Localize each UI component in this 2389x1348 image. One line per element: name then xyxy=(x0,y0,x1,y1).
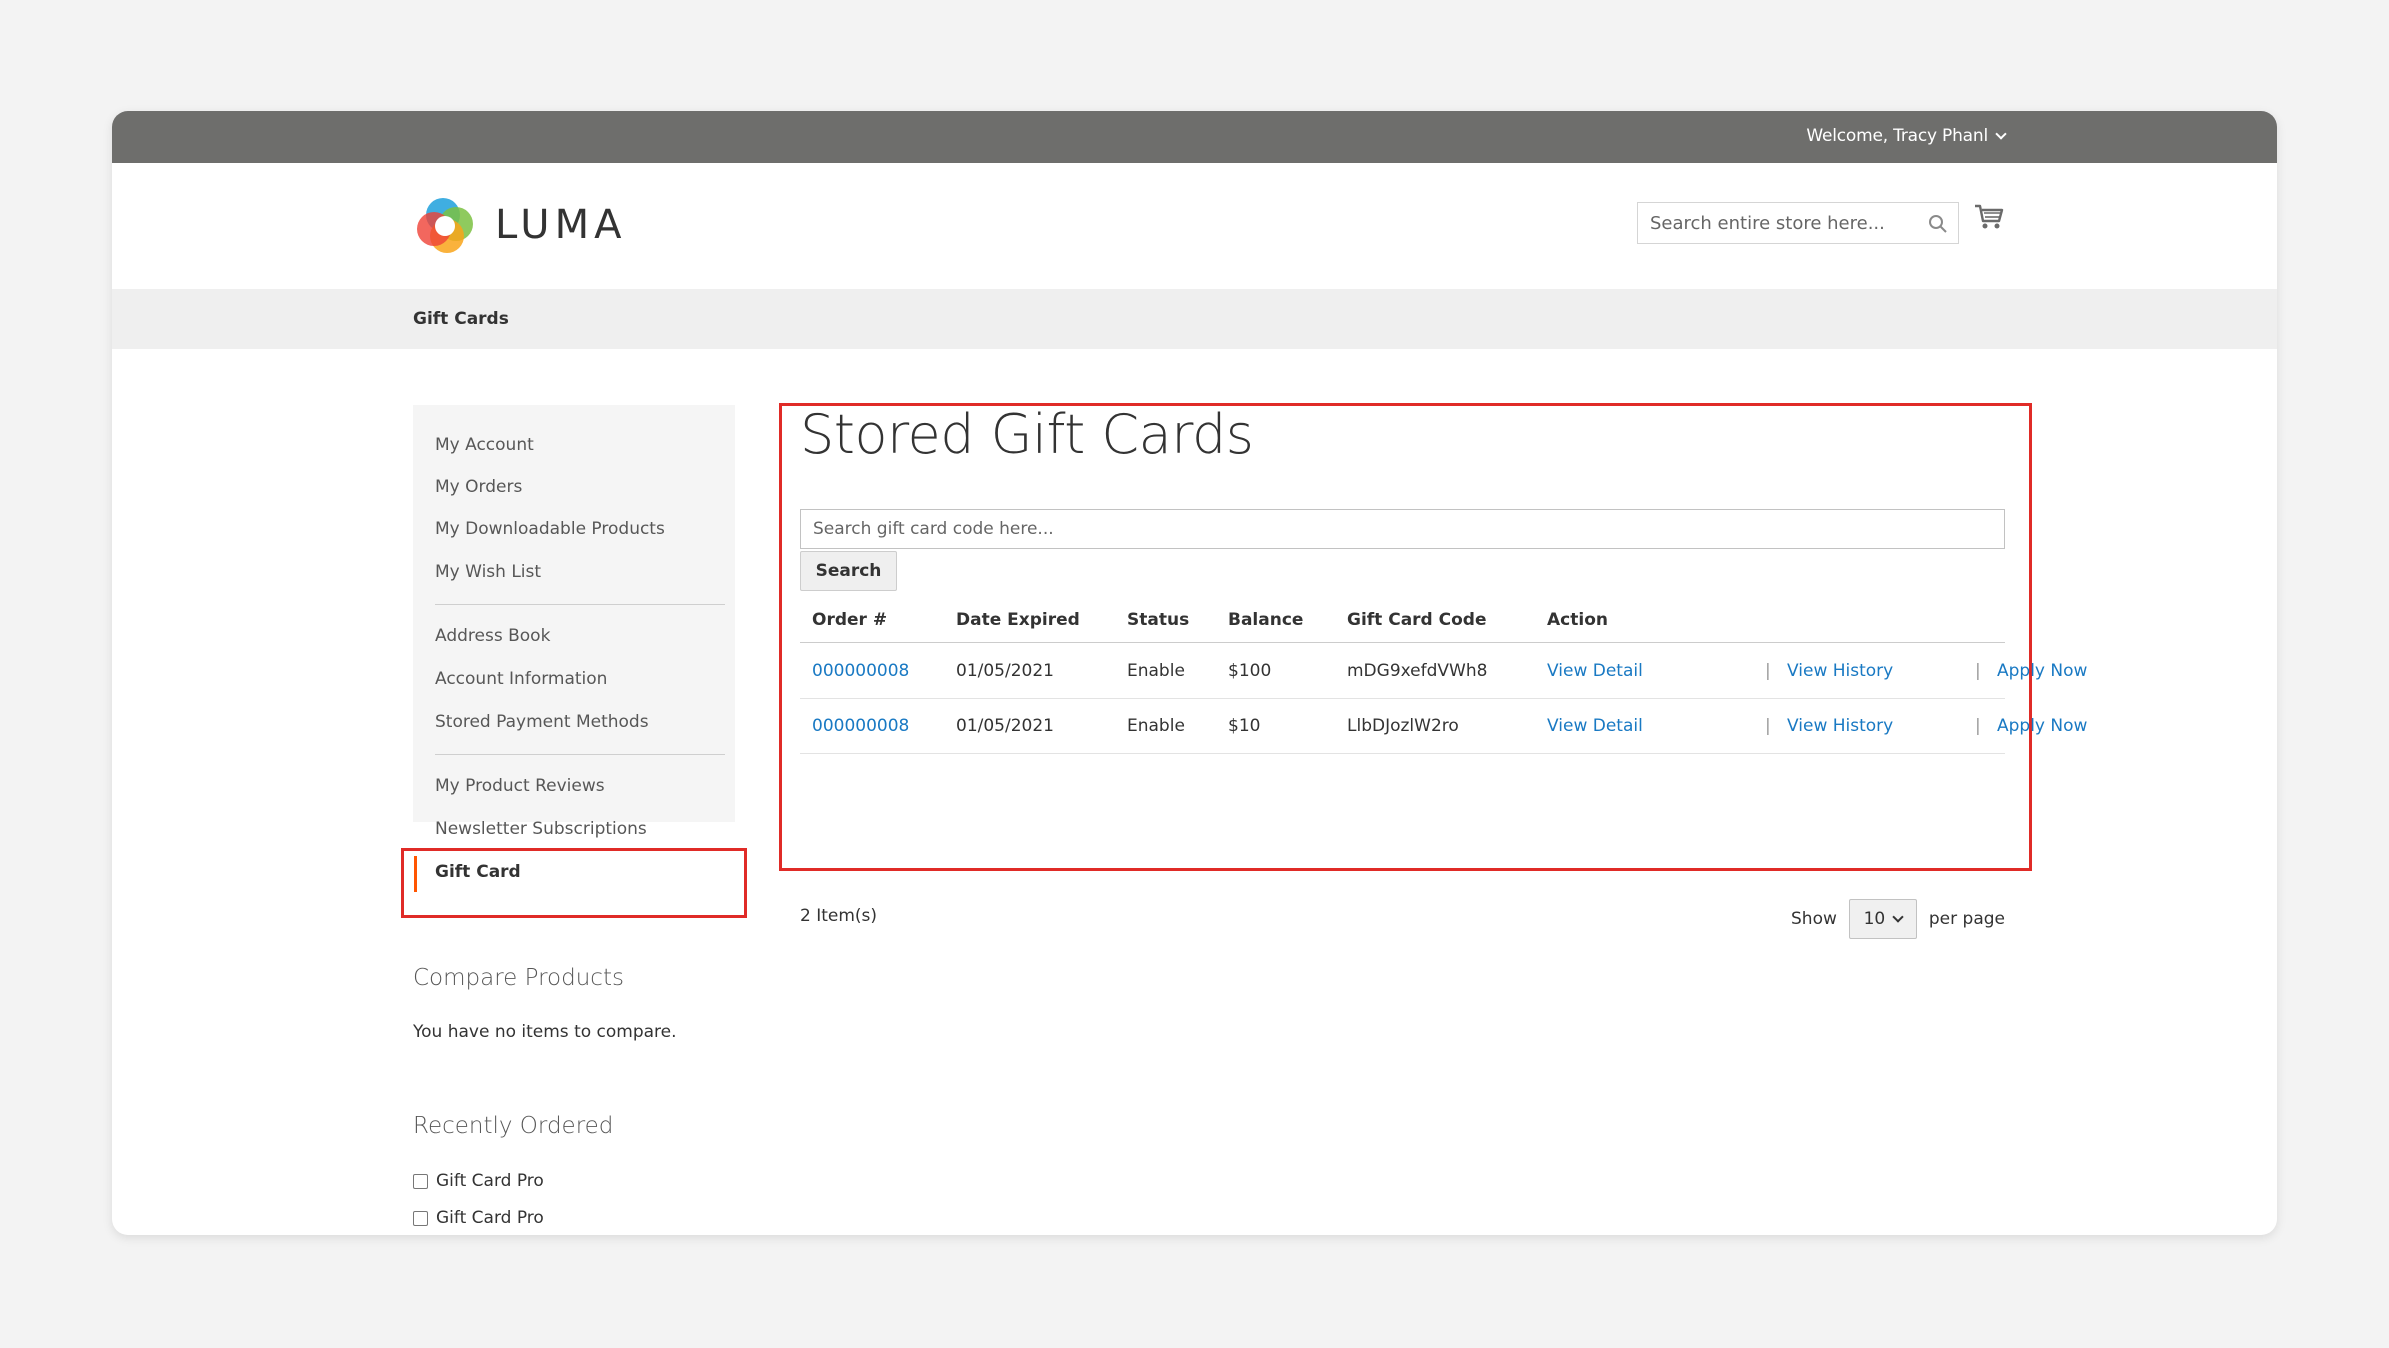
luma-logo-icon xyxy=(417,198,473,253)
column-balance: Balance xyxy=(1228,610,1304,630)
site-header: LUMA xyxy=(112,163,2277,289)
per-page-value: 10 xyxy=(1863,909,1886,929)
active-item-marker xyxy=(414,856,417,892)
column-date-expired: Date Expired xyxy=(956,610,1080,630)
account-sidebar: My Account My Orders My Downloadable Pro… xyxy=(413,405,735,839)
gift-card-search-button[interactable]: Search xyxy=(800,551,897,591)
chevron-down-icon xyxy=(1995,127,2007,140)
sidebar-item-stored-payment-methods[interactable]: Stored Payment Methods xyxy=(435,712,649,732)
column-status: Status xyxy=(1127,610,1190,630)
pager: Show 10 per page xyxy=(1791,899,2005,939)
order-number-link[interactable]: 000000008 xyxy=(812,716,909,736)
sidebar-item-address-book[interactable]: Address Book xyxy=(435,626,550,646)
date-expired: 01/05/2021 xyxy=(956,661,1054,681)
sidebar-item-downloadable-products[interactable]: My Downloadable Products xyxy=(435,519,665,539)
sidebar-item-newsletter-subscriptions[interactable]: Newsletter Subscriptions xyxy=(435,819,647,839)
sidebar-divider xyxy=(435,754,725,755)
gift-card-highlight-box xyxy=(401,848,747,918)
logo[interactable]: LUMA xyxy=(413,193,626,257)
table-header: Order # Date Expired Status Balance Gift… xyxy=(800,595,2005,643)
sidebar-item-my-account[interactable]: My Account xyxy=(435,435,534,455)
gift-card-code: LlbDJozlW2ro xyxy=(1347,716,1459,736)
breadcrumb-current: Gift Cards xyxy=(413,309,509,329)
view-detail-link[interactable]: View Detail xyxy=(1547,716,1643,736)
balance: $10 xyxy=(1228,716,1261,736)
logo-text: LUMA xyxy=(495,202,627,248)
sidebar-item-gift-card[interactable]: Gift Card xyxy=(435,862,521,882)
table-row: 000000008 01/05/2021 Enable $100 mDG9xef… xyxy=(800,644,2087,699)
chevron-down-icon xyxy=(1892,910,1904,923)
recently-ordered-item[interactable]: Gift Card Pro xyxy=(413,1171,544,1191)
recently-ordered-item-label[interactable]: Gift Card Pro xyxy=(436,1171,544,1191)
gift-card-code: mDG9xefdVWh8 xyxy=(1347,661,1488,681)
items-count: 2 Item(s) xyxy=(800,906,878,926)
store-search xyxy=(1637,202,1959,244)
gift-card-search-input[interactable] xyxy=(801,510,2004,548)
action-separator: | xyxy=(1765,716,1771,736)
welcome-dropdown[interactable]: Welcome, Tracy Phanl xyxy=(1806,126,2007,146)
apply-now-link[interactable]: Apply Now xyxy=(1997,661,2087,681)
action-separator: | xyxy=(1975,661,1981,681)
browser-page: Welcome, Tracy Phanl LUMA Search entire … xyxy=(112,111,2277,1235)
recently-ordered-title: Recently Ordered xyxy=(413,1113,614,1139)
status: Enable xyxy=(1127,716,1185,736)
view-history-link[interactable]: View History xyxy=(1787,716,1893,736)
recently-ordered-item-label[interactable]: Gift Card Pro xyxy=(436,1208,544,1228)
gift-card-search xyxy=(800,509,2005,549)
sidebar-item-my-orders[interactable]: My Orders xyxy=(435,477,522,497)
action-separator: | xyxy=(1765,661,1771,681)
welcome-text: Welcome, Tracy Phanl xyxy=(1806,126,1988,146)
recently-ordered-item[interactable]: Gift Card Pro xyxy=(413,1208,544,1228)
sidebar-item-wish-list[interactable]: My Wish List xyxy=(435,562,541,582)
compare-products-title: Compare Products xyxy=(413,965,624,991)
column-action: Action xyxy=(1547,610,1608,630)
per-page-label: per page xyxy=(1928,909,2005,929)
show-label: Show xyxy=(1791,909,1837,929)
store-search-input[interactable] xyxy=(1638,203,1958,243)
action-separator: | xyxy=(1975,716,1981,736)
compare-empty-text: You have no items to compare. xyxy=(413,1022,677,1042)
balance: $100 xyxy=(1228,661,1272,681)
cart-icon[interactable] xyxy=(1974,203,2004,231)
date-expired: 01/05/2021 xyxy=(956,716,1054,736)
sidebar-item-account-information[interactable]: Account Information xyxy=(435,669,607,689)
view-detail-link[interactable]: View Detail xyxy=(1547,661,1643,681)
search-icon[interactable] xyxy=(1928,214,1948,234)
sidebar-divider xyxy=(435,604,725,605)
status: Enable xyxy=(1127,661,1185,681)
view-history-link[interactable]: View History xyxy=(1787,661,1893,681)
recently-ordered-checkbox[interactable] xyxy=(413,1210,428,1226)
order-number-link[interactable]: 000000008 xyxy=(812,661,909,681)
apply-now-link[interactable]: Apply Now xyxy=(1997,716,2087,736)
table-row: 000000008 01/05/2021 Enable $10 LlbDJozl… xyxy=(800,699,2087,754)
column-order: Order # xyxy=(812,610,888,630)
top-bar: Welcome, Tracy Phanl xyxy=(112,111,2277,163)
column-gift-card-code: Gift Card Code xyxy=(1347,610,1487,630)
per-page-select[interactable]: 10 xyxy=(1848,899,1917,939)
page-title: Stored Gift Cards xyxy=(800,403,1254,466)
sidebar-item-product-reviews[interactable]: My Product Reviews xyxy=(435,776,605,796)
breadcrumb: Gift Cards xyxy=(112,289,2277,349)
recently-ordered-checkbox[interactable] xyxy=(413,1173,428,1189)
